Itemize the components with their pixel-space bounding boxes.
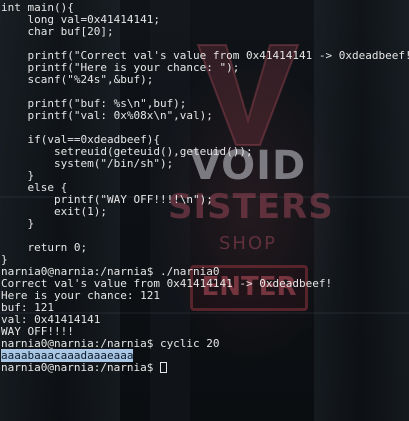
terminal-line-text: return 0; [1,241,88,254]
terminal-line: scanf("%24s",&buf); [1,74,409,86]
terminal-line: Here is your chance: 121 [1,290,409,302]
terminal-window[interactable]: VOID SISTERS SHOP ENTER int main(){ long… [0,0,409,421]
terminal-line: system("/bin/sh"); [1,158,409,170]
terminal-line: exit(1); [1,206,409,218]
terminal-line-text: printf("val: 0x%08x\n",val); [1,109,213,122]
terminal-line-text: } [1,217,35,230]
terminal-output[interactable]: int main(){ long val=0x41414141; char bu… [1,2,409,374]
terminal-line: return 0; [1,242,409,254]
terminal-cursor[interactable] [159,362,167,373]
terminal-line-text: char buf[20]; [1,25,114,38]
terminal-line-text: scanf("%24s",&buf); [1,73,154,86]
terminal-line: } [1,218,409,230]
terminal-prompt-line[interactable]: narnia0@narnia:/narnia$ [1,362,409,374]
terminal-prompt: narnia0@narnia:/narnia$ [1,361,160,374]
terminal-line: char buf[20]; [1,26,409,38]
terminal-line: printf("val: 0x%08x\n",val); [1,110,409,122]
